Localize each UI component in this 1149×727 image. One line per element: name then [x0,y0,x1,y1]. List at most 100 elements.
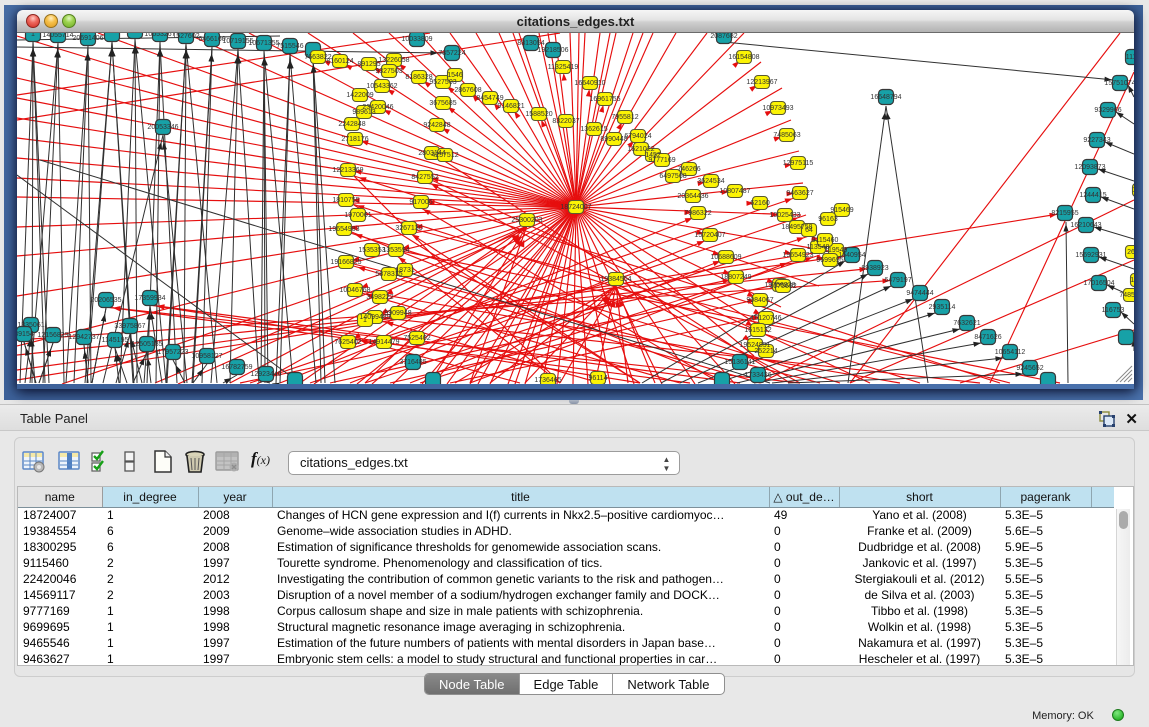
svg-text:12505135: 12505135 [131,341,162,348]
svg-text:1145195: 1145195 [102,337,129,344]
svg-text:19654983: 19654983 [328,226,359,233]
svg-text:891295: 891295 [357,61,380,68]
svg-text:14914479: 14914479 [368,339,399,346]
svg-text:116753: 116753 [1102,307,1125,314]
svg-text:12923446: 12923446 [250,371,281,378]
svg-text:7357224: 7357224 [438,50,465,57]
svg-text:17957223: 17957223 [157,349,188,356]
svg-text:15692931: 15692931 [1075,252,1106,259]
svg-text:10033809: 10033809 [401,36,432,43]
svg-text:1: 1 [31,33,35,38]
svg-text:252214: 252214 [754,348,777,355]
svg-text:8938923: 8938923 [861,265,888,272]
svg-text:8427552: 8427552 [411,174,438,181]
svg-text:1244415: 1244415 [1079,192,1106,199]
svg-text:7955812: 7955812 [611,114,638,121]
svg-text:20691406: 20691406 [72,35,103,42]
svg-text:1733426: 1733426 [744,372,771,379]
svg-text:1: 1 [363,317,367,324]
svg-text:19384554: 19384554 [600,276,631,283]
svg-text:39154: 39154 [17,331,34,338]
svg-text:1335061: 1335061 [17,322,44,329]
svg-text:96163: 96163 [818,216,838,223]
svg-text:9327503: 9327503 [375,68,402,75]
svg-text:64: 64 [805,227,813,234]
svg-text:7525402: 7525402 [403,335,430,342]
svg-text:1422009: 1422009 [346,92,373,99]
svg-text:16640910: 16640910 [574,80,605,87]
svg-text:2087682: 2087682 [710,33,737,40]
svg-text:18724007: 18724007 [560,204,591,211]
svg-text:7515546: 7515546 [276,43,303,50]
svg-text:9909948: 9909948 [384,310,411,317]
svg-text:2718176: 2718176 [341,136,368,143]
svg-text:119549: 119549 [825,247,848,254]
svg-text:1810755: 1810755 [332,197,359,204]
svg-text:9084067: 9084067 [746,297,773,304]
svg-text:3498222: 3498222 [366,294,393,301]
svg-text:12975115: 12975115 [783,160,814,167]
svg-text:8454749: 8454749 [476,95,503,102]
svg-text:7632621: 7632621 [953,320,980,327]
svg-text:2867608: 2867608 [454,87,481,94]
svg-text:10543362: 10543362 [366,83,397,90]
svg-text:16648794: 16648794 [870,94,901,101]
svg-text:10958127: 10958127 [191,353,222,360]
svg-text:14055714: 14055714 [42,33,73,39]
svg-text:15136141: 15136141 [724,359,755,366]
svg-text:20364436: 20364436 [677,193,708,200]
svg-text:2935114: 2935114 [929,304,956,311]
svg-text:9227343: 9227343 [1083,137,1110,144]
svg-text:11325419: 11325419 [548,64,579,71]
svg-text:2242848: 2242848 [338,121,365,128]
svg-text:1588520: 1588520 [525,111,552,118]
svg-text:12156829: 12156829 [37,332,68,339]
svg-text:9242848: 9242848 [423,122,450,129]
svg-text:16120746: 16120746 [750,315,781,322]
svg-text:264: 264 [1127,249,1134,256]
svg-text:917006: 917006 [409,199,432,206]
svg-text:12213967: 12213967 [746,79,777,86]
svg-text:8215955: 8215955 [1051,210,1078,217]
svg-text:12213369: 12213369 [332,167,363,174]
svg-text:1297: 1297 [1132,187,1134,194]
svg-text:9146821: 9146821 [497,103,524,110]
svg-text:7485063: 7485063 [773,132,800,139]
svg-text:17016504: 17016504 [1083,280,1114,287]
svg-text:10807487: 10807487 [719,188,750,195]
svg-text:8322037: 8322037 [552,118,579,125]
svg-text:1615132: 1615132 [744,327,771,334]
svg-text:1527602: 1527602 [172,33,199,40]
svg-text:17359934: 17359934 [134,295,165,302]
svg-text:8186328: 8186328 [405,74,432,81]
svg-text:989613: 989613 [352,109,375,116]
svg-text:9463627: 9463627 [786,190,813,197]
svg-text:16210643: 16210643 [1070,222,1101,229]
svg-text:4257512: 4257512 [431,152,458,159]
svg-text:10046768: 10046768 [339,287,370,294]
svg-text:1535353: 1535353 [358,247,385,254]
svg-text:3675685: 3675685 [429,100,456,107]
svg-text:10973493: 10973493 [762,105,793,112]
svg-text:25300203: 25300203 [511,217,542,224]
svg-text:12093873: 12093873 [1074,164,1105,171]
svg-text:13226058: 13226058 [378,57,409,64]
svg-text:3716485: 3716485 [399,359,426,366]
svg-text:19654923: 19654923 [782,252,813,259]
svg-text:7663822: 7663822 [304,54,331,61]
svg-text:6497568: 6497568 [659,173,686,180]
svg-text:15751074: 15751074 [1104,80,1134,87]
svg-text:1736465: 1736465 [534,377,561,384]
svg-text:19166825: 19166825 [330,259,361,266]
svg-text:6479197: 6479197 [884,277,911,284]
svg-text:33975867: 33975867 [114,323,145,330]
svg-text:9329966: 9329966 [1094,107,1121,114]
svg-text:915469: 915469 [830,207,853,214]
svg-text:9115460: 9115460 [812,237,839,244]
svg-text:7986322: 7986322 [684,210,711,217]
svg-text:1353594: 1353594 [382,247,409,254]
svg-text:10688609: 10688609 [710,254,741,261]
svg-text:9699695: 9699695 [816,257,843,264]
svg-text:9527503: 9527503 [429,79,456,86]
svg-text:16961755: 16961755 [589,96,620,103]
